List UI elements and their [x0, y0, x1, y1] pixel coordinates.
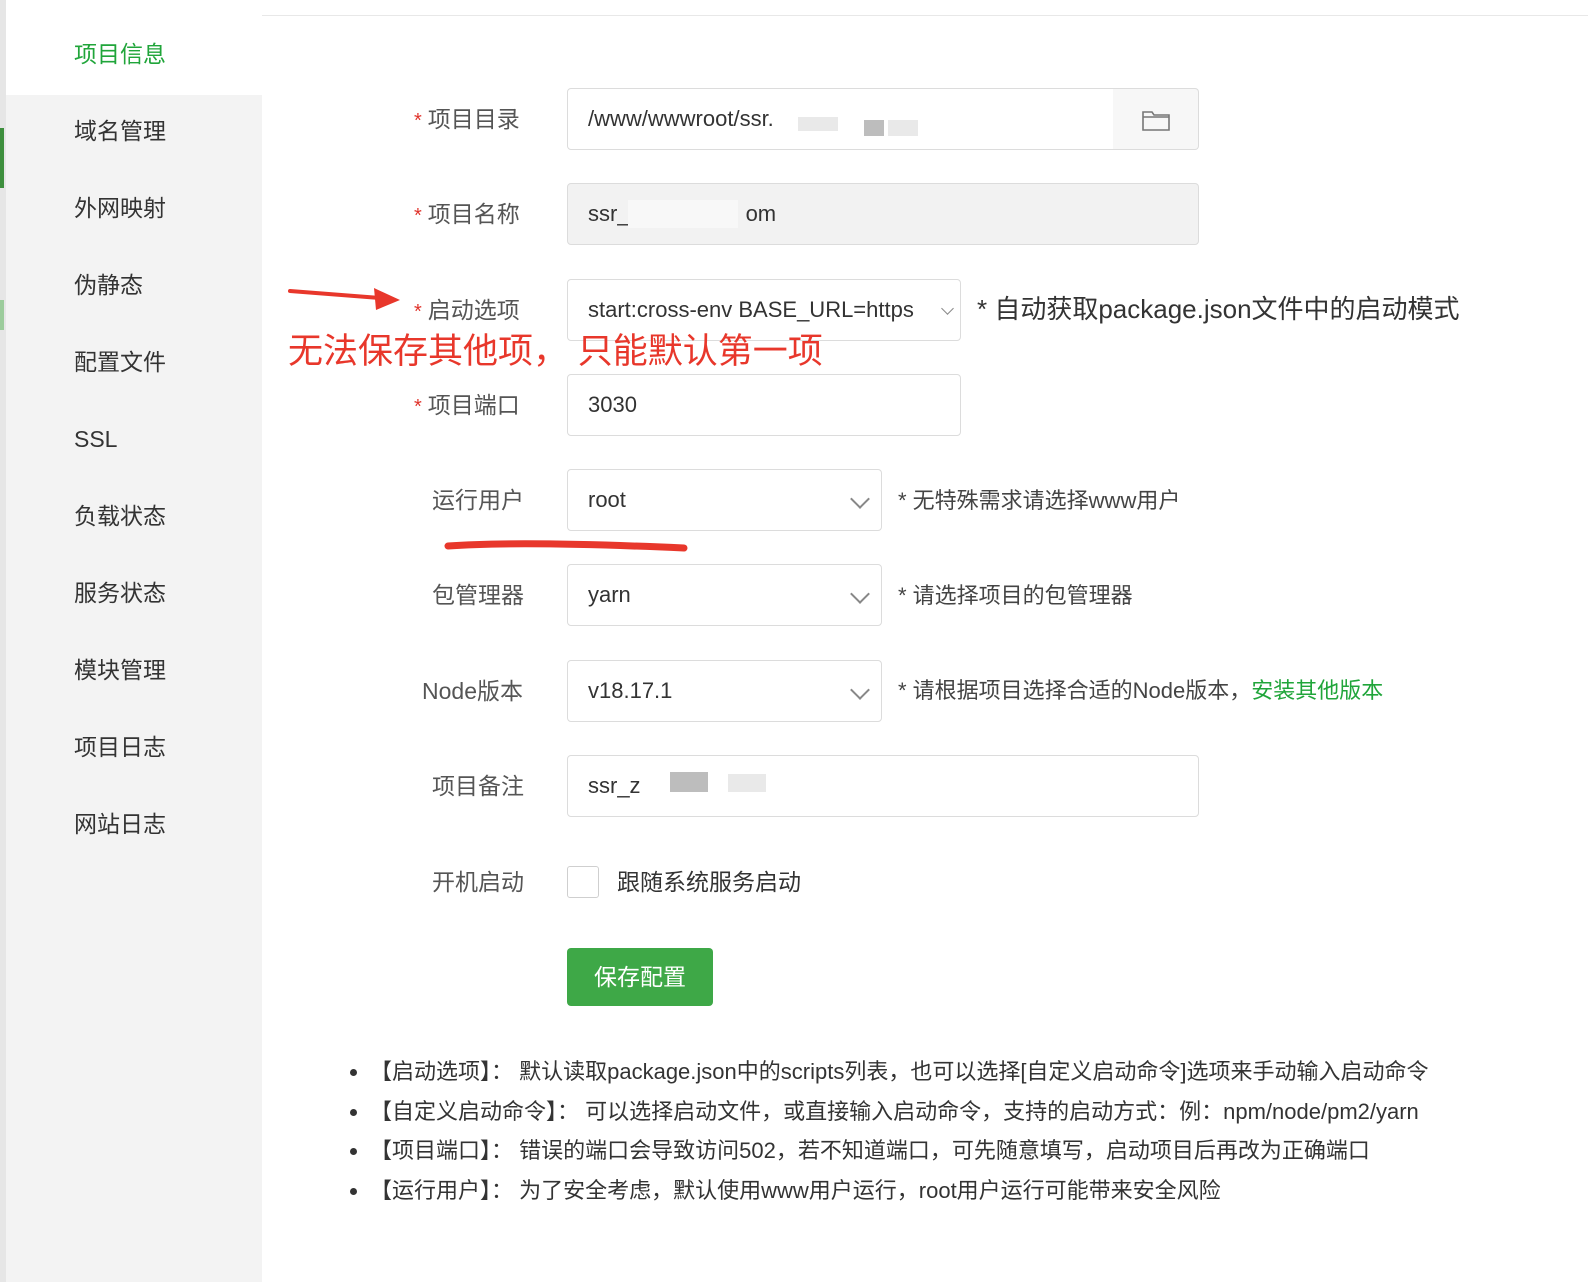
autostart-checkbox[interactable]: [567, 866, 599, 898]
sidebar-item-config-file[interactable]: 配置文件: [74, 347, 166, 377]
sidebar-edge: [0, 0, 6, 1282]
sidebar-item-external-mapping[interactable]: 外网映射: [74, 193, 166, 223]
chevron-down-icon: [850, 584, 870, 604]
package-manager-select[interactable]: yarn: [567, 564, 882, 626]
help-notes: 【启动选项】： 默认读取package.json中的scripts列表，也可以选…: [340, 1052, 1429, 1210]
start-option-hint: * 自动获取package.json文件中的启动模式: [977, 294, 1460, 324]
save-config-button[interactable]: 保存配置: [567, 948, 713, 1006]
sidebar-item-domain[interactable]: 域名管理: [74, 116, 166, 146]
package-manager-label: 包管理器: [432, 582, 524, 608]
redaction: [728, 774, 766, 792]
sidebar: 项目信息 域名管理 外网映射 伪静态 配置文件 SSL 负载状态 服务状态 模块…: [0, 0, 262, 1282]
sidebar-item-project-info[interactable]: 项目信息: [74, 39, 166, 69]
annotation-arrow-icon: [288, 288, 400, 310]
redaction: [864, 120, 884, 136]
chevron-down-icon: [850, 680, 870, 700]
annotation-text: 无法保存其他项， 只能默认第一项: [288, 332, 823, 371]
redaction: [798, 117, 838, 131]
start-option-label: * 启动选项: [414, 297, 520, 323]
chevron-down-icon: [850, 489, 870, 509]
project-port-input[interactable]: 3030: [567, 374, 961, 436]
redaction: [670, 772, 708, 792]
redaction: [888, 120, 918, 136]
folder-icon: [1142, 111, 1170, 131]
sidebar-item-ssl[interactable]: SSL: [74, 424, 117, 454]
note-item: 【运行用户】： 为了安全考虑，默认使用www用户运行，root用户运行可能带来安…: [370, 1171, 1429, 1211]
project-dir-input[interactable]: /www/wwwroot/ssr.: [567, 88, 1114, 150]
chevron-down-icon: [941, 302, 954, 315]
autostart-label: 开机启动: [432, 869, 524, 895]
package-manager-hint: * 请选择项目的包管理器: [898, 583, 1133, 608]
project-dir-label: * 项目目录: [414, 106, 520, 132]
run-user-hint: * 无特殊需求请选择www用户: [898, 488, 1181, 513]
note-item: 【项目端口】： 错误的端口会导致访问502，若不知道端口，可先随意填写，启动项目…: [370, 1131, 1429, 1171]
node-version-label: Node版本: [422, 678, 523, 704]
sidebar-item-modules[interactable]: 模块管理: [74, 655, 166, 685]
project-name-input: ssr_ om: [567, 183, 1199, 245]
sidebar-item-project-log[interactable]: 项目日志: [74, 732, 166, 762]
sidebar-item-site-log[interactable]: 网站日志: [74, 809, 166, 839]
annotation-underline: [444, 540, 688, 552]
run-user-select[interactable]: root: [567, 469, 882, 531]
note-item: 【启动选项】： 默认读取package.json中的scripts列表，也可以选…: [370, 1052, 1429, 1092]
install-other-version-link[interactable]: 安装其他版本: [1251, 678, 1383, 703]
sidebar-item-service-status[interactable]: 服务状态: [74, 578, 166, 608]
node-version-select[interactable]: v18.17.1: [567, 660, 882, 722]
project-name-label: * 项目名称: [414, 201, 520, 227]
redaction: [628, 200, 738, 228]
remark-label: 项目备注: [432, 773, 524, 799]
run-user-label: 运行用户: [432, 487, 524, 513]
autostart-checkbox-label[interactable]: 跟随系统服务启动: [617, 867, 801, 897]
note-item: 【自定义启动命令】： 可以选择启动文件，或直接输入启动命令，支持的启动方式：例：…: [370, 1092, 1429, 1132]
remark-input[interactable]: ssr_z: [567, 755, 1199, 817]
sidebar-item-load-status[interactable]: 负载状态: [74, 501, 166, 531]
node-version-hint: * 请根据项目选择合适的Node版本，安装其他版本: [898, 678, 1384, 703]
browse-folder-button[interactable]: [1113, 88, 1199, 150]
project-port-label: * 项目端口: [414, 392, 520, 418]
sidebar-item-rewrite[interactable]: 伪静态: [74, 270, 143, 300]
